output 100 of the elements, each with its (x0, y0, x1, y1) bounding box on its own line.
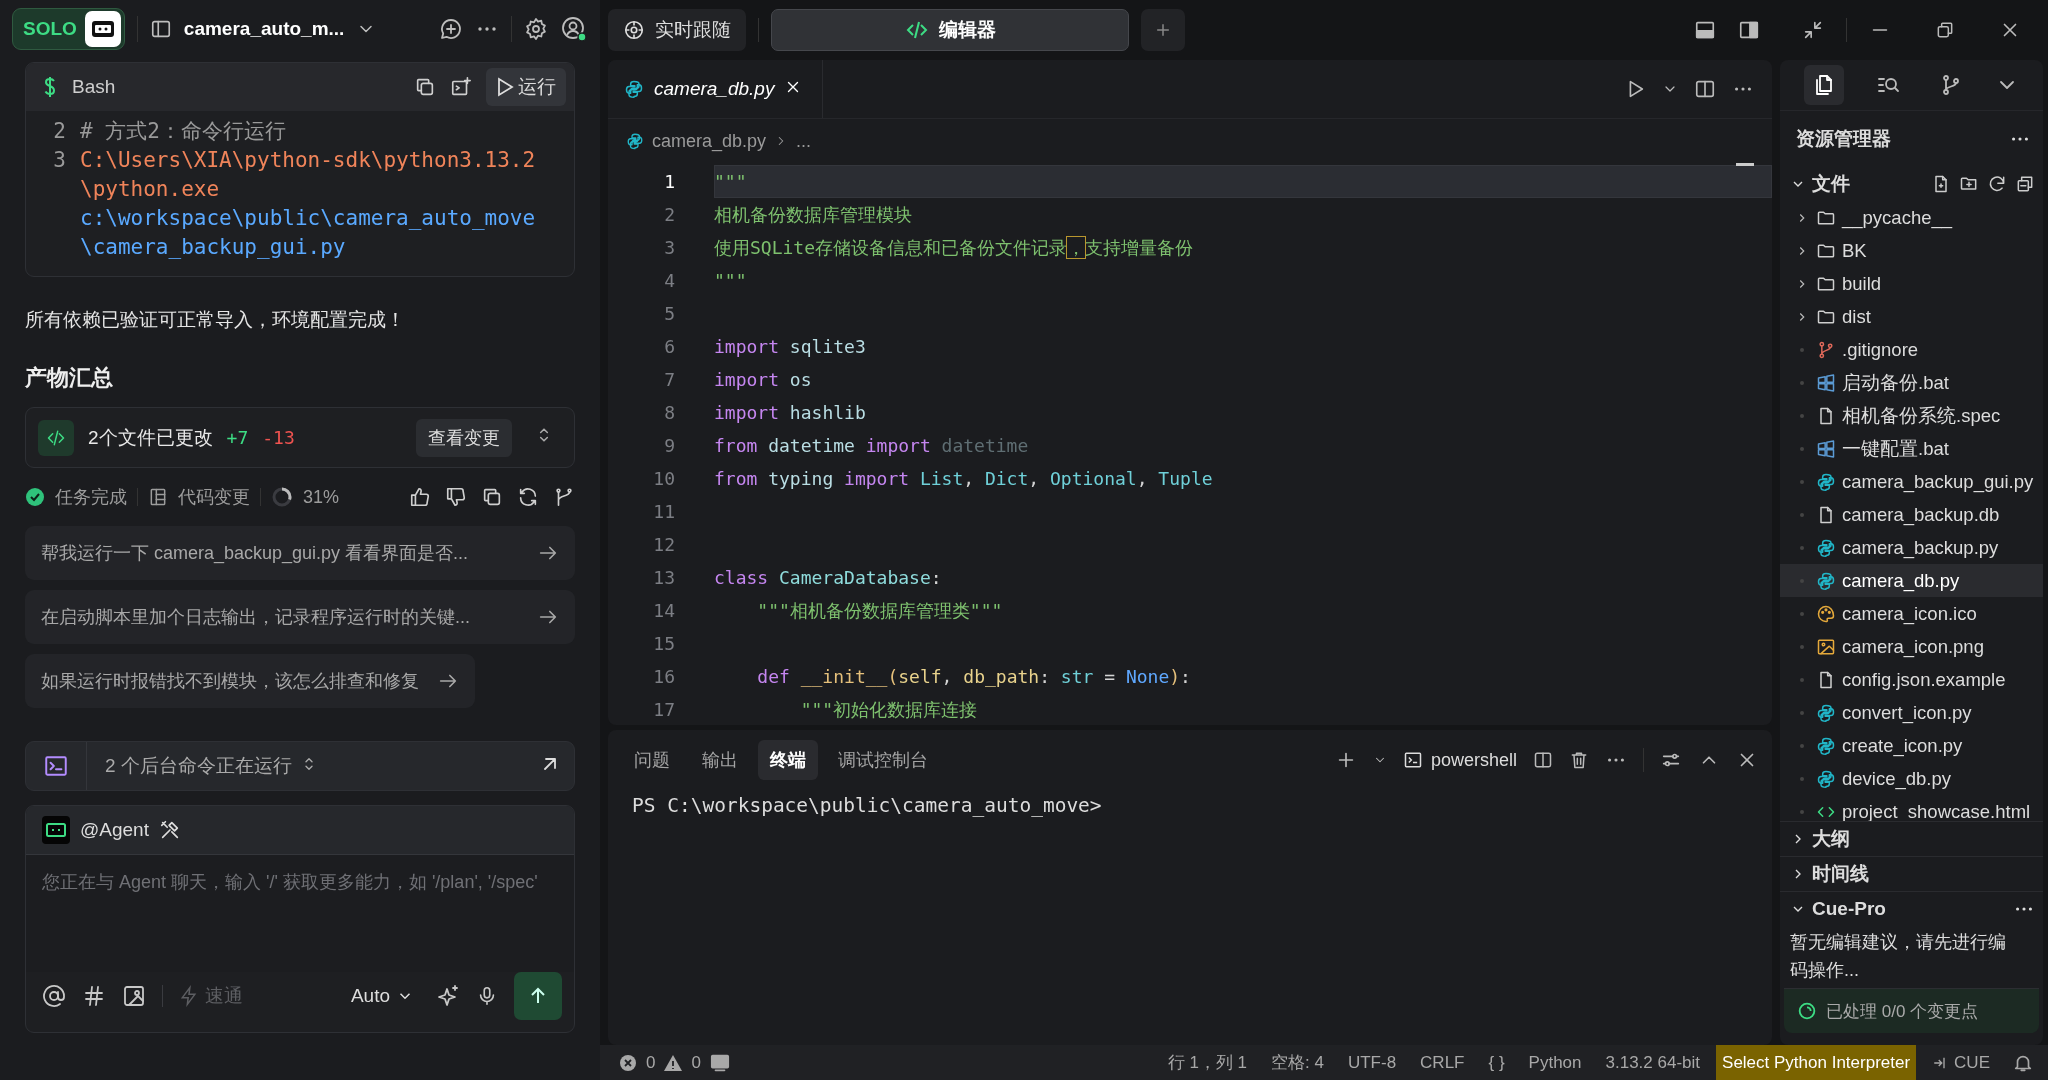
python-icon (1816, 471, 1836, 492)
file-tree-item[interactable]: create_icon.py (1780, 729, 2043, 762)
status-item[interactable]: Python (1520, 1052, 1590, 1073)
file-tree-item[interactable]: build (1780, 267, 2043, 300)
files-icon[interactable] (1803, 65, 1844, 105)
line-number: 9 (663, 435, 675, 456)
thumbs-down-icon[interactable] (445, 486, 467, 508)
panel-bottom-icon[interactable] (1694, 19, 1716, 41)
suggestion-chip[interactable]: 帮我运行一下 camera_backup_gui.py 看看界面是否... (25, 526, 575, 580)
line-number: 15 (652, 633, 675, 654)
status-item[interactable]: 3.13.2 64-bit (1597, 1052, 1709, 1073)
terminal-prompt: PS C:\workspace\public\camera_auto_move> (631, 793, 1103, 819)
panel-tab[interactable]: 输出 (690, 740, 750, 780)
status-item[interactable]: 行 1，列 1 (1159, 1051, 1255, 1074)
warning-count[interactable]: 0 (691, 1052, 701, 1073)
section-header[interactable]: 时间线 (1812, 861, 1869, 887)
file-tree-item[interactable]: .gitignore (1780, 333, 2043, 366)
shell-selector[interactable]: powershell (1402, 749, 1517, 771)
line-number: 4 (663, 270, 675, 291)
minimap-marker (1736, 163, 1754, 166)
file-tree-item[interactable]: project_showcase.html (1780, 795, 2043, 821)
line-number: 13 (652, 567, 675, 588)
panel-tab[interactable]: 问题 (622, 740, 682, 780)
file-tree-item[interactable]: device_db.py (1780, 762, 2043, 795)
interpreter-button[interactable]: Select Python Interpreter (1716, 1045, 1917, 1080)
panel-right-icon[interactable] (1738, 19, 1760, 41)
background-commands-text: 2 个后台命令正在运行 (105, 754, 292, 778)
file-tree-item[interactable]: camera_icon.png (1780, 630, 2043, 663)
line-number: 12 (652, 534, 675, 555)
new-chat-icon[interactable] (439, 17, 463, 41)
section-header[interactable]: 文件 (1812, 171, 1850, 197)
thumbs-up-icon[interactable] (409, 486, 431, 508)
copy-icon[interactable] (481, 486, 503, 508)
file-tree-item[interactable]: camera_icon.ico (1780, 597, 2043, 630)
python-icon (1816, 537, 1836, 558)
panel-tab[interactable]: 调试控制台 (826, 740, 940, 780)
suggestion-chip[interactable]: 在启动脚本里加个日志输出，记录程序运行时的关键... (25, 590, 575, 644)
section-heading: 产物汇总 (25, 364, 114, 392)
suggestion-chip[interactable]: 如果运行时报错找不到模块，该怎么排查和修复 (25, 654, 475, 708)
file-tree-item[interactable]: 启动备份.bat (1780, 366, 2043, 399)
collapse-all-icon[interactable] (2015, 174, 2035, 194)
breadcrumb-item[interactable]: camera_db.py (652, 130, 767, 152)
tools-icon[interactable] (158, 819, 181, 841)
windows-icon (1816, 438, 1836, 459)
file-tree-item[interactable]: camera_backup.db (1780, 498, 2043, 531)
windows-icon (1816, 372, 1836, 393)
view-tab[interactable]: 实时跟随 (608, 9, 746, 51)
trash-icon[interactable] (1569, 750, 1589, 770)
copy-icon[interactable] (414, 76, 436, 98)
code-changes-label[interactable]: 代码变更 (178, 485, 250, 509)
project-name[interactable]: camera_auto_m... (183, 18, 345, 40)
file-tree-item[interactable]: dist (1780, 300, 2043, 333)
error-icon[interactable] (618, 1052, 638, 1073)
error-count[interactable]: 0 (646, 1052, 656, 1073)
image-icon[interactable] (122, 984, 146, 1008)
file-tree-item[interactable]: camera_backup_gui.py (1780, 465, 2043, 498)
refresh-icon[interactable] (1987, 174, 2007, 194)
file-tree-item[interactable]: __pycache__ (1780, 201, 2043, 234)
insert-terminal-icon[interactable] (450, 76, 472, 98)
model-select[interactable]: Auto (344, 984, 420, 1008)
restore-icon[interactable] (1935, 20, 1955, 40)
view-tab[interactable]: 编辑器 (771, 9, 1129, 51)
status-item[interactable]: CRLF (1412, 1052, 1473, 1073)
section-header[interactable]: 大纲 (1812, 826, 1850, 852)
file-tree-item[interactable]: 一键配置.bat (1780, 432, 2043, 465)
file-tree-item[interactable]: camera_backup.py (1780, 531, 2043, 564)
section-header[interactable]: Cue-Pro (1812, 898, 1886, 920)
collapse-icon[interactable] (1802, 19, 1824, 41)
line-number: 11 (652, 501, 675, 522)
file-tree-item[interactable]: convert_icon.py (1780, 696, 2043, 729)
file-tree-item[interactable]: 相机备份系统.spec (1780, 399, 2043, 432)
agent-label[interactable]: @Agent (80, 819, 149, 841)
status-item[interactable]: 空格: 4 (1263, 1051, 1332, 1074)
sparkle-icon[interactable] (436, 984, 460, 1008)
refresh-icon[interactable] (517, 486, 539, 508)
status-item[interactable]: { } (1480, 1052, 1513, 1073)
send-button[interactable] (514, 972, 562, 1020)
sidebar-toggle-icon[interactable] (149, 18, 172, 40)
code-line: """相机备份数据库管理类""" (756, 599, 1004, 623)
file-tree-item[interactable]: BK (1780, 234, 2043, 267)
panel-tab[interactable]: 终端 (758, 740, 818, 780)
file-tree-item[interactable]: camera_db.py (1780, 564, 2043, 597)
account-icon[interactable] (560, 15, 588, 43)
file-tree-item[interactable]: config.json.example (1780, 663, 2043, 696)
branch-icon[interactable] (553, 486, 575, 508)
background-commands-bar[interactable]: 2 个后台命令正在运行 (25, 741, 575, 791)
line-number: 8 (663, 402, 675, 423)
split-terminal-icon[interactable] (1533, 750, 1553, 770)
line-number: 2 (52, 118, 67, 145)
settings-icon[interactable] (524, 17, 548, 41)
hash-icon[interactable] (82, 984, 106, 1008)
run-button[interactable]: 运行 (486, 68, 566, 106)
breadcrumb-item[interactable]: ... (796, 130, 812, 152)
status-item[interactable]: UTF-8 (1339, 1052, 1405, 1073)
mention-icon[interactable] (42, 984, 66, 1008)
split-editor-icon[interactable] (1694, 78, 1716, 100)
cue-status[interactable]: CUE (1924, 1052, 1998, 1073)
python-icon (1816, 768, 1836, 789)
view-changes-button[interactable]: 查看变更 (416, 418, 512, 457)
add-tab-button[interactable] (1141, 9, 1185, 51)
